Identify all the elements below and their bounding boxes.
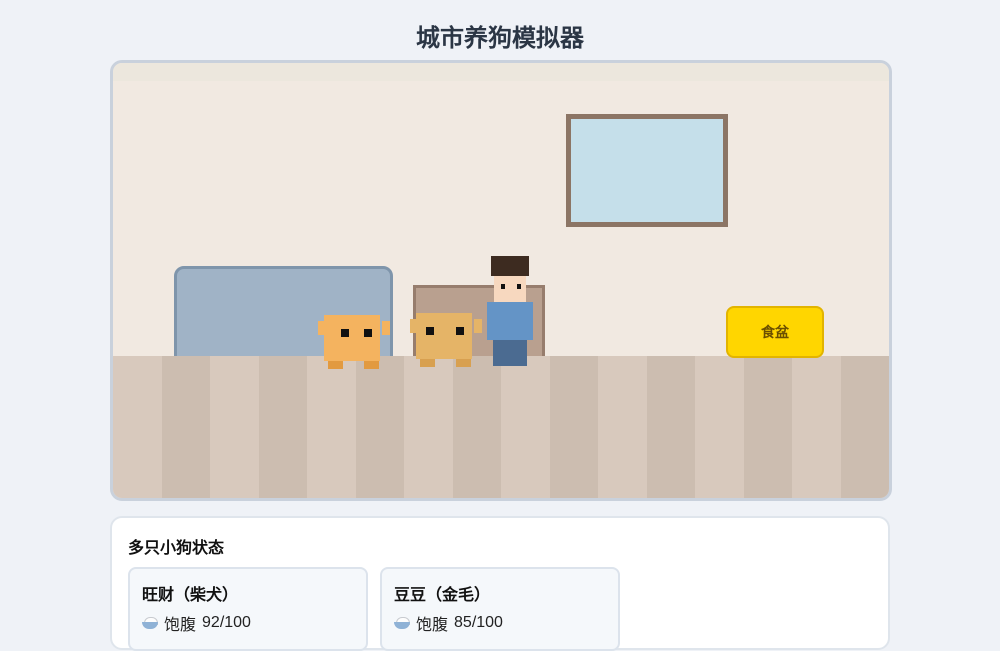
dog-name: 旺财（柴犬） (142, 587, 239, 604)
status-panel-title: 多只小狗状态 (128, 540, 225, 557)
game-scene[interactable]: 食盆 (110, 60, 892, 501)
page-title: 城市养狗模拟器 (416, 25, 584, 52)
fullness-label: 饱腹 (416, 617, 449, 634)
fullness-label: 饱腹 (164, 617, 197, 634)
food-bowl-label: 食盆 (761, 324, 789, 340)
dog-card: 旺财（柴犬） 饱腹 92/100 (128, 567, 368, 651)
fullness-value: 92/100 (202, 614, 251, 631)
dog-name: 豆豆（金毛） (394, 587, 491, 604)
dog-shiba[interactable] (318, 315, 390, 371)
food-bowl[interactable]: 食盆 (726, 306, 824, 358)
fullness-value: 85/100 (454, 614, 503, 631)
dog-card: 豆豆（金毛） 饱腹 85/100 (380, 567, 620, 651)
fullness-stat: 饱腹 85/100 (394, 611, 503, 635)
wall (113, 63, 889, 81)
rice-bowl-icon (394, 617, 410, 629)
window (566, 114, 728, 227)
dog-golden[interactable] (410, 313, 482, 369)
floor (113, 356, 889, 498)
fullness-stat: 饱腹 92/100 (142, 611, 251, 635)
dog-status-panel: 多只小狗状态 旺财（柴犬） 饱腹 92/100 豆豆（金毛） 饱腹 85/100 (110, 516, 890, 651)
player-character[interactable] (487, 256, 535, 368)
rice-bowl-icon (142, 617, 158, 629)
